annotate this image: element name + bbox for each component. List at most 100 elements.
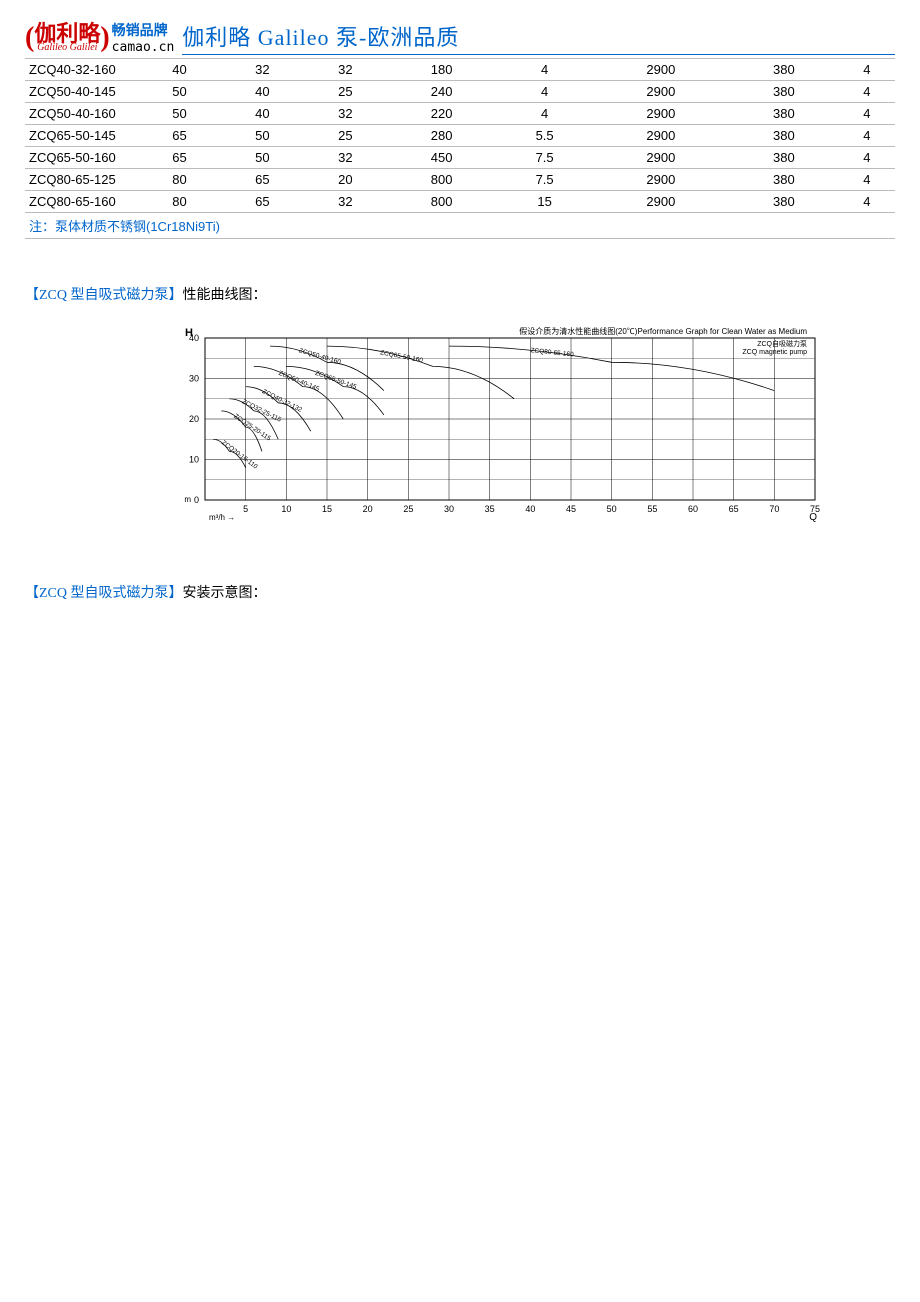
- table-cell: 380: [729, 59, 839, 81]
- table-cell: 4: [496, 59, 592, 81]
- svg-text:45: 45: [566, 504, 576, 514]
- svg-text:ZCQ50-40-160: ZCQ50-40-160: [298, 347, 342, 366]
- table-cell: 32: [304, 59, 387, 81]
- table-cell: 2900: [593, 147, 729, 169]
- table-cell: 4: [839, 147, 895, 169]
- table-cell: 2900: [593, 191, 729, 213]
- section-heading-performance: 【ZCQ 型自吸式磁力泵】性能曲线图：: [25, 284, 895, 304]
- svg-text:ZCQ自吸磁力泵: ZCQ自吸磁力泵: [757, 339, 807, 348]
- table-cell: 15: [496, 191, 592, 213]
- table-cell: 5.5: [496, 125, 592, 147]
- table-note-row: 注：泵体材质不锈钢(1Cr18Ni9Ti): [25, 213, 895, 239]
- table-cell: 4: [839, 59, 895, 81]
- table-cell: 240: [387, 81, 497, 103]
- svg-text:假设介质为清水性能曲线图(20℃)Performance G: 假设介质为清水性能曲线图(20℃)Performance Graph for C…: [519, 326, 807, 336]
- svg-text:10: 10: [281, 504, 291, 514]
- table-cell: 4: [839, 125, 895, 147]
- svg-text:10: 10: [189, 455, 199, 465]
- table-cell: 7.5: [496, 147, 592, 169]
- svg-text:ZCQ20-16-110: ZCQ20-16-110: [220, 439, 259, 470]
- page-title: 伽利略 Galileo 泵-欧洲品质: [182, 20, 895, 55]
- table-cell: 65: [221, 191, 304, 213]
- svg-text:20: 20: [363, 504, 373, 514]
- table-cell: ZCQ80-65-160: [25, 191, 138, 213]
- table-cell: 800: [387, 191, 497, 213]
- table-row: ZCQ80-65-1608065328001529003804: [25, 191, 895, 213]
- logo-paren-right: ): [100, 24, 109, 52]
- table-cell: 32: [304, 103, 387, 125]
- svg-text:ZCQ65-50-145: ZCQ65-50-145: [314, 370, 358, 391]
- table-row: ZCQ80-65-1258065208007.529003804: [25, 169, 895, 191]
- table-cell: 25: [304, 81, 387, 103]
- table-cell: 450: [387, 147, 497, 169]
- table-cell: 380: [729, 103, 839, 125]
- svg-text:50: 50: [607, 504, 617, 514]
- svg-text:30: 30: [444, 504, 454, 514]
- section-heading-installation: 【ZCQ 型自吸式磁力泵】安装示意图：: [25, 582, 895, 602]
- table-cell: ZCQ65-50-145: [25, 125, 138, 147]
- chart-svg: 假设介质为清水性能曲线图(20℃)Performance Graph for C…: [165, 324, 825, 524]
- table-cell: 380: [729, 81, 839, 103]
- table-cell: 32: [304, 191, 387, 213]
- table-cell: 32: [221, 59, 304, 81]
- table-cell: 380: [729, 147, 839, 169]
- table-cell: ZCQ50-40-160: [25, 103, 138, 125]
- table-cell: 4: [496, 81, 592, 103]
- table-cell: 180: [387, 59, 497, 81]
- table-cell: ZCQ40-32-160: [25, 59, 138, 81]
- table-cell: 25: [304, 125, 387, 147]
- table-cell: 4: [839, 103, 895, 125]
- table-note: 注：泵体材质不锈钢(1Cr18Ni9Ti): [25, 213, 895, 239]
- table-cell: 380: [729, 169, 839, 191]
- svg-text:H: H: [185, 327, 193, 339]
- svg-text:0: 0: [194, 495, 199, 505]
- table-cell: 4: [839, 81, 895, 103]
- svg-text:m³/h →: m³/h →: [209, 513, 235, 522]
- table-cell: 40: [221, 81, 304, 103]
- table-cell: 280: [387, 125, 497, 147]
- table-cell: 2900: [593, 81, 729, 103]
- table-cell: 40: [138, 59, 221, 81]
- table-cell: 220: [387, 103, 497, 125]
- table-cell: 380: [729, 191, 839, 213]
- svg-text:60: 60: [688, 504, 698, 514]
- table-cell: 40: [221, 103, 304, 125]
- table-cell: ZCQ80-65-125: [25, 169, 138, 191]
- table-row: ZCQ65-50-1456550252805.529003804: [25, 125, 895, 147]
- table-cell: 50: [138, 103, 221, 125]
- svg-text:65: 65: [729, 504, 739, 514]
- svg-text:ZCQ magnetic pump: ZCQ magnetic pump: [742, 349, 807, 356]
- table-cell: ZCQ50-40-145: [25, 81, 138, 103]
- table-cell: 50: [221, 125, 304, 147]
- performance-chart: 假设介质为清水性能曲线图(20℃)Performance Graph for C…: [165, 324, 825, 527]
- svg-text:35: 35: [485, 504, 495, 514]
- logo-paren-left: (: [25, 24, 34, 52]
- svg-text:25: 25: [403, 504, 413, 514]
- svg-text:ZCQ50-40-145: ZCQ50-40-145: [277, 370, 320, 393]
- table-cell: 4: [496, 103, 592, 125]
- svg-text:ZCQ65-50-160: ZCQ65-50-160: [379, 349, 423, 364]
- table-row: ZCQ40-32-160403232180429003804: [25, 59, 895, 81]
- table-cell: 2900: [593, 59, 729, 81]
- table-cell: 50: [221, 147, 304, 169]
- table-cell: 32: [304, 147, 387, 169]
- svg-text:m: m: [184, 495, 191, 504]
- table-cell: 380: [729, 125, 839, 147]
- svg-text:40: 40: [525, 504, 535, 514]
- table-cell: 65: [221, 169, 304, 191]
- svg-text:20: 20: [189, 414, 199, 424]
- table-cell: 4: [839, 169, 895, 191]
- table-cell: 65: [138, 147, 221, 169]
- table-row: ZCQ65-50-1606550324507.529003804: [25, 147, 895, 169]
- table-cell: 2900: [593, 169, 729, 191]
- svg-text:5: 5: [243, 504, 248, 514]
- table-cell: 7.5: [496, 169, 592, 191]
- page-header: ( 伽利略 Galileo Galilei ) 畅销品牌 camao.cn 伽利…: [25, 20, 895, 55]
- logo-domain: camao.cn: [112, 40, 175, 55]
- svg-text:55: 55: [647, 504, 657, 514]
- logo-script-text: Galileo Galilei: [37, 43, 97, 53]
- table-cell: 80: [138, 169, 221, 191]
- table-cell: ZCQ65-50-160: [25, 147, 138, 169]
- logo-tagline: 畅销品牌: [112, 20, 175, 40]
- table-row: ZCQ50-40-160504032220429003804: [25, 103, 895, 125]
